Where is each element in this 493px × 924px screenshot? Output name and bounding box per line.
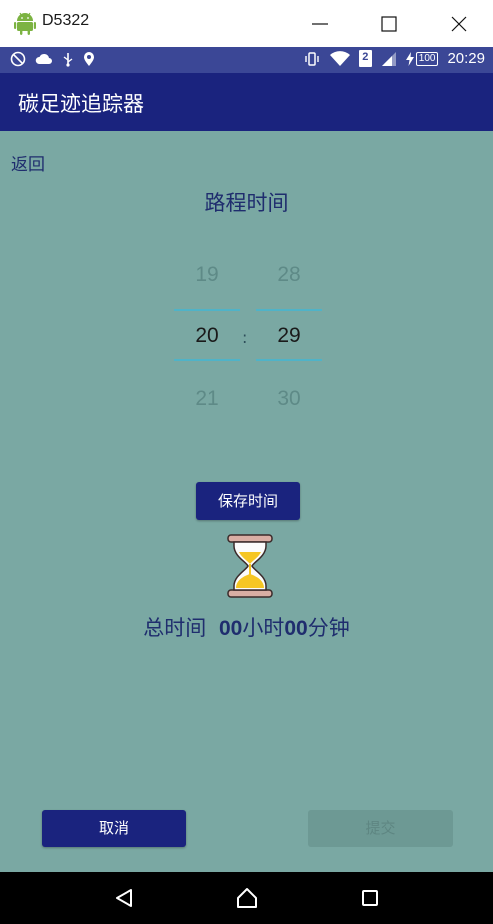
battery-level: 100 (415, 51, 439, 66)
total-minutes-value: 00 (284, 617, 308, 640)
minute-current-value[interactable]: 29 (256, 324, 322, 348)
back-link[interactable]: 返回 (11, 150, 45, 175)
close-icon (451, 16, 467, 32)
submit-button[interactable]: 提交 (308, 810, 453, 847)
home-icon (237, 888, 257, 908)
save-time-button[interactable]: 保存时间 (196, 482, 300, 520)
close-window-button[interactable] (436, 6, 482, 42)
hours-unit: 小时 (242, 616, 285, 640)
back-triangle-icon (116, 889, 132, 907)
usb-icon (63, 53, 73, 67)
app-bar: 碳足迹追踪器 (0, 73, 493, 131)
status-bar: 2 100 20:29 (0, 47, 493, 73)
minutes-unit: 分钟 (307, 616, 350, 640)
charging-bolt-icon (405, 51, 414, 66)
hour-next-value[interactable]: 21 (174, 387, 240, 411)
signal-icon (381, 51, 396, 66)
picker-divider (256, 359, 322, 361)
location-icon (84, 52, 94, 66)
picker-divider (174, 309, 240, 311)
nav-back-button[interactable] (113, 886, 137, 910)
minute-next-value[interactable]: 30 (256, 387, 322, 411)
maximize-icon (381, 16, 397, 32)
hour-prev-value[interactable]: 19 (174, 263, 240, 287)
sim-2-icon: 2 (358, 50, 372, 67)
airplane-off-icon (10, 51, 26, 67)
total-time: 总时间 00小时00分钟 (0, 612, 493, 642)
nav-recents-button[interactable] (358, 886, 382, 910)
window-titlebar: D5322 (0, 0, 493, 47)
nav-home-button[interactable] (235, 886, 259, 910)
hourglass-icon (224, 534, 276, 598)
status-time: 20:29 (447, 50, 485, 67)
picker-divider (256, 309, 322, 311)
hour-current-value[interactable]: 20 (174, 324, 240, 348)
wifi-icon (329, 50, 350, 66)
main-content: 返回 路程时间 19 20 21 : 28 29 30 保存时间 总时间 00小… (0, 131, 493, 872)
navigation-bar (0, 872, 493, 924)
maximize-button[interactable] (366, 6, 412, 42)
minute-prev-value[interactable]: 28 (256, 263, 322, 287)
total-hours-value: 00 (218, 617, 243, 640)
cloud-icon (35, 53, 52, 64)
total-time-label: 总时间 (143, 616, 207, 640)
window-title: D5322 (42, 12, 90, 29)
cancel-button[interactable]: 取消 (42, 810, 186, 847)
time-separator: : (242, 328, 248, 347)
section-title: 路程时间 (204, 191, 289, 215)
recents-icon (362, 890, 378, 906)
battery-charging-icon: 100 (405, 51, 439, 66)
sim-slot-number: 2 (362, 51, 369, 63)
picker-divider (174, 359, 240, 361)
android-icon (14, 11, 36, 35)
minimize-button[interactable] (297, 6, 343, 42)
vibrate-icon (305, 51, 319, 66)
minimize-icon (312, 23, 328, 25)
app-title: 碳足迹追踪器 (18, 92, 144, 116)
